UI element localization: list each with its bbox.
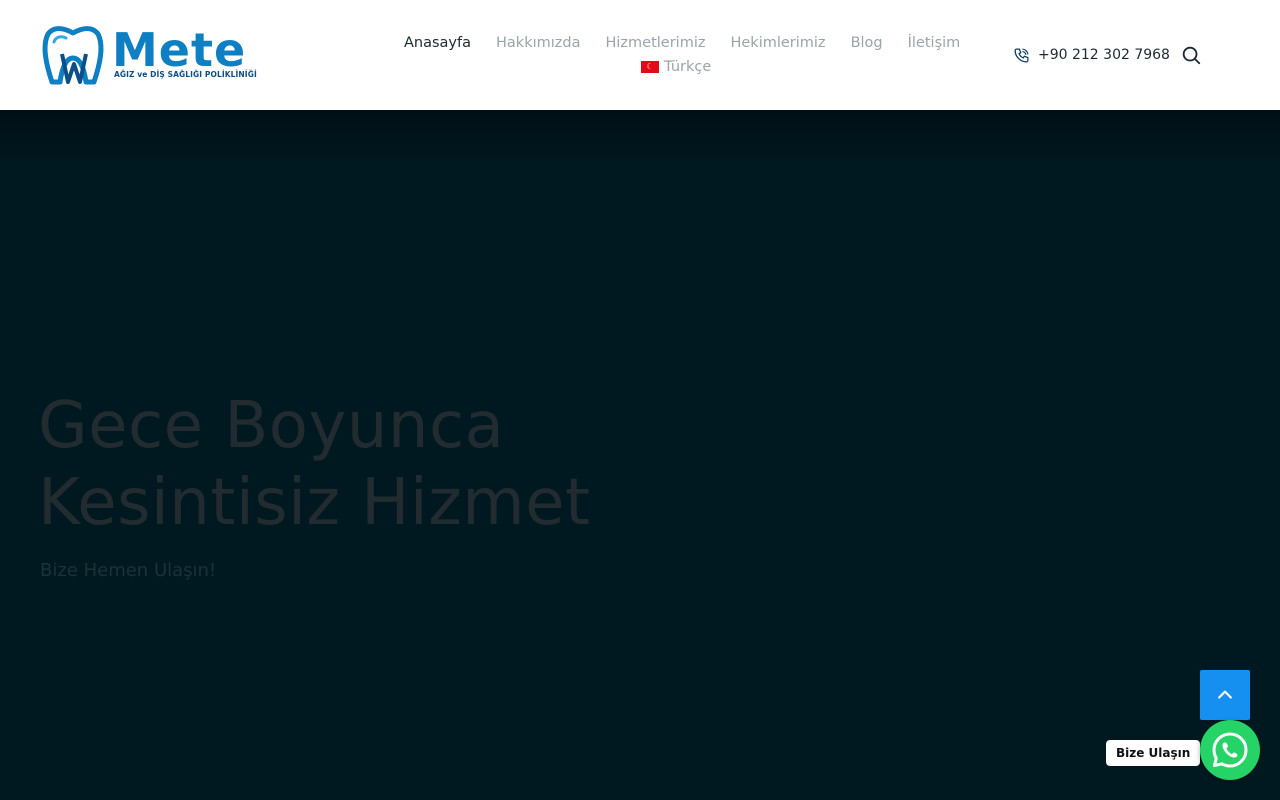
logo-text: Mete AĞIZ ve DİŞ SAĞLIĞI POLİKLİNİĞİ bbox=[112, 23, 257, 79]
tooth-logo-icon bbox=[42, 26, 104, 85]
nav-item-hakkimizda[interactable]: Hakkımızda bbox=[496, 33, 580, 53]
header-shadow bbox=[0, 110, 1280, 170]
site-header: Mete AĞIZ ve DİŞ SAĞLIĞI POLİKLİNİĞİ Ana… bbox=[0, 0, 1280, 110]
phone-icon bbox=[1013, 47, 1030, 64]
turkey-flag-icon: ☾ bbox=[641, 61, 659, 73]
phone-number: +90 212 302 7968 bbox=[1038, 47, 1170, 63]
logo-name: Mete bbox=[112, 23, 247, 77]
nav-item-hekimlerimiz[interactable]: Hekimlerimiz bbox=[730, 33, 825, 53]
nav-item-hizmetlerimiz[interactable]: Hizmetlerimiz bbox=[605, 33, 705, 53]
hero-title-line2: Kesintisiz Hizmet bbox=[38, 466, 591, 540]
nav-row: Anasayfa Hakkımızda Hizmetlerimiz Hekiml… bbox=[404, 33, 985, 53]
search-icon[interactable] bbox=[1180, 44, 1202, 66]
whatsapp-icon bbox=[1212, 732, 1248, 768]
main-nav: Anasayfa Hakkımızda Hizmetlerimiz Hekiml… bbox=[404, 33, 964, 83]
hero-title: Gece Boyunca Kesintisiz Hizmet bbox=[38, 388, 738, 542]
back-to-top-button[interactable] bbox=[1200, 670, 1250, 720]
logo-subtitle: AĞIZ ve DİŞ SAĞLIĞI POLİKLİNİĞİ bbox=[114, 70, 257, 79]
site-logo[interactable]: Mete AĞIZ ve DİŞ SAĞLIĞI POLİKLİNİĞİ bbox=[40, 23, 257, 86]
hero-section: Gece Boyunca Kesintisiz Hizmet Bize Heme… bbox=[0, 110, 1280, 800]
language-label: Türkçe bbox=[664, 59, 712, 75]
phone-link[interactable]: +90 212 302 7968 bbox=[1013, 45, 1170, 65]
hero-title-line1: Gece Boyunca bbox=[38, 389, 505, 463]
nav-item-blog[interactable]: Blog bbox=[851, 33, 883, 53]
whatsapp-button[interactable] bbox=[1200, 720, 1260, 780]
hero-subtitle: Bize Hemen Ulaşın! bbox=[40, 560, 217, 581]
whatsapp-label[interactable]: Bize Ulaşın bbox=[1106, 740, 1201, 766]
language-switcher[interactable]: ☾ Türkçe bbox=[641, 57, 711, 77]
chevron-up-icon bbox=[1218, 690, 1232, 699]
nav-item-iletisim[interactable]: İletişim bbox=[908, 33, 961, 53]
nav-item-anasayfa[interactable]: Anasayfa bbox=[404, 33, 471, 53]
